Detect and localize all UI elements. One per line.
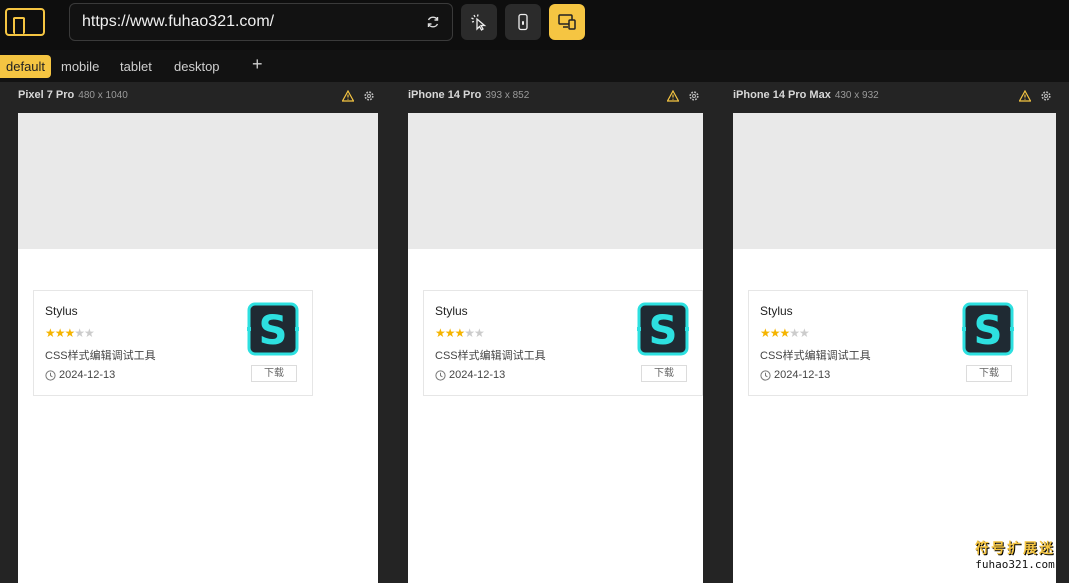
extension-card[interactable]: Stylus ★★★★★ CSS样式编辑调试工具 2024-12-13 S 下载 — [748, 290, 1028, 396]
refresh-icon[interactable] — [426, 15, 440, 29]
card-date-text: 2024-12-13 — [59, 369, 115, 381]
extension-card[interactable]: Stylus ★★★★★ CSS样式编辑调试工具 2024-12-13 S 下载 — [423, 290, 703, 396]
stylus-app-icon: S — [247, 302, 299, 356]
url-bar[interactable] — [69, 3, 453, 41]
add-tab-button[interactable]: + — [252, 54, 263, 75]
card-date-text: 2024-12-13 — [449, 369, 505, 381]
rating-stars: ★★★★★ — [760, 326, 809, 340]
clock-icon — [760, 370, 771, 381]
mobile-view-button[interactable] — [505, 4, 541, 40]
tab-mobile[interactable]: mobile — [59, 55, 101, 78]
responsive-view-button[interactable] — [549, 4, 585, 40]
device-viewport[interactable]: Stylus ★★★★★ CSS样式编辑调试工具 2024-12-13 S 下载 — [733, 113, 1056, 583]
card-title: Stylus — [45, 304, 78, 318]
device-resolution: 393 x 852 — [485, 90, 529, 101]
hero-banner — [18, 113, 378, 249]
app-icon-letter: S — [259, 308, 288, 354]
card-date-text: 2024-12-13 — [774, 369, 830, 381]
clock-icon — [435, 370, 446, 381]
gear-icon[interactable] — [363, 90, 375, 102]
tab-default[interactable]: default — [0, 55, 51, 78]
card-description: CSS样式编辑调试工具 — [45, 347, 156, 363]
card-date: 2024-12-13 — [760, 369, 830, 381]
tab-tablet[interactable]: tablet — [118, 55, 154, 78]
device-name: iPhone 14 Pro Max — [733, 89, 831, 101]
card-date: 2024-12-13 — [435, 369, 505, 381]
inspect-button[interactable] — [461, 4, 497, 40]
device-header: iPhone 14 Pro Max 430 x 932 — [733, 89, 879, 103]
card-description: CSS样式编辑调试工具 — [760, 347, 871, 363]
device-header: iPhone 14 Pro 393 x 852 — [408, 89, 529, 103]
card-date: 2024-12-13 — [45, 369, 115, 381]
tab-desktop[interactable]: desktop — [172, 55, 222, 78]
watermark-en: fuhao321.com — [975, 558, 1055, 571]
hero-banner — [408, 113, 703, 249]
card-title: Stylus — [760, 304, 793, 318]
preset-tabs: default mobile tablet desktop + — [0, 50, 1069, 82]
gear-icon[interactable] — [1040, 90, 1052, 102]
top-toolbar — [0, 0, 1069, 50]
gear-icon[interactable] — [688, 90, 700, 102]
url-input[interactable] — [82, 12, 412, 32]
download-button[interactable]: 下载 — [641, 365, 687, 382]
warning-icon[interactable] — [1019, 90, 1031, 102]
site-watermark: 符号扩展迷 fuhao321.com — [975, 538, 1055, 571]
card-title: Stylus — [435, 304, 468, 318]
stylus-app-icon: S — [962, 302, 1014, 356]
device-name: Pixel 7 Pro — [18, 89, 74, 101]
hero-banner — [733, 113, 1056, 249]
rating-stars: ★★★★★ — [435, 326, 484, 340]
extension-card[interactable]: Stylus ★★★★★ CSS样式编辑调试工具 2024-12-13 S 下载 — [33, 290, 313, 396]
device-viewport[interactable]: Stylus ★★★★★ CSS样式编辑调试工具 2024-12-13 S 下载 — [18, 113, 378, 583]
warning-icon[interactable] — [342, 90, 354, 102]
watermark-cn: 符号扩展迷 — [975, 538, 1055, 558]
mobile-device-icon — [515, 13, 531, 31]
device-resolution: 480 x 1040 — [78, 90, 128, 101]
responsive-devices-icon — [557, 13, 577, 31]
download-button[interactable]: 下载 — [966, 365, 1012, 382]
clock-icon — [45, 370, 56, 381]
rating-stars: ★★★★★ — [45, 326, 94, 340]
device-resolution: 430 x 932 — [835, 90, 879, 101]
app-logo-icon[interactable] — [5, 8, 45, 36]
device-name: iPhone 14 Pro — [408, 89, 481, 101]
device-header: Pixel 7 Pro 480 x 1040 — [18, 89, 128, 103]
card-description: CSS样式编辑调试工具 — [435, 347, 546, 363]
app-icon-letter: S — [649, 308, 678, 354]
inspect-cursor-icon — [470, 13, 488, 31]
stylus-app-icon: S — [637, 302, 689, 356]
app-icon-letter: S — [974, 308, 1003, 354]
download-button[interactable]: 下载 — [251, 365, 297, 382]
device-viewport[interactable]: Stylus ★★★★★ CSS样式编辑调试工具 2024-12-13 S 下载 — [408, 113, 703, 583]
warning-icon[interactable] — [667, 90, 679, 102]
